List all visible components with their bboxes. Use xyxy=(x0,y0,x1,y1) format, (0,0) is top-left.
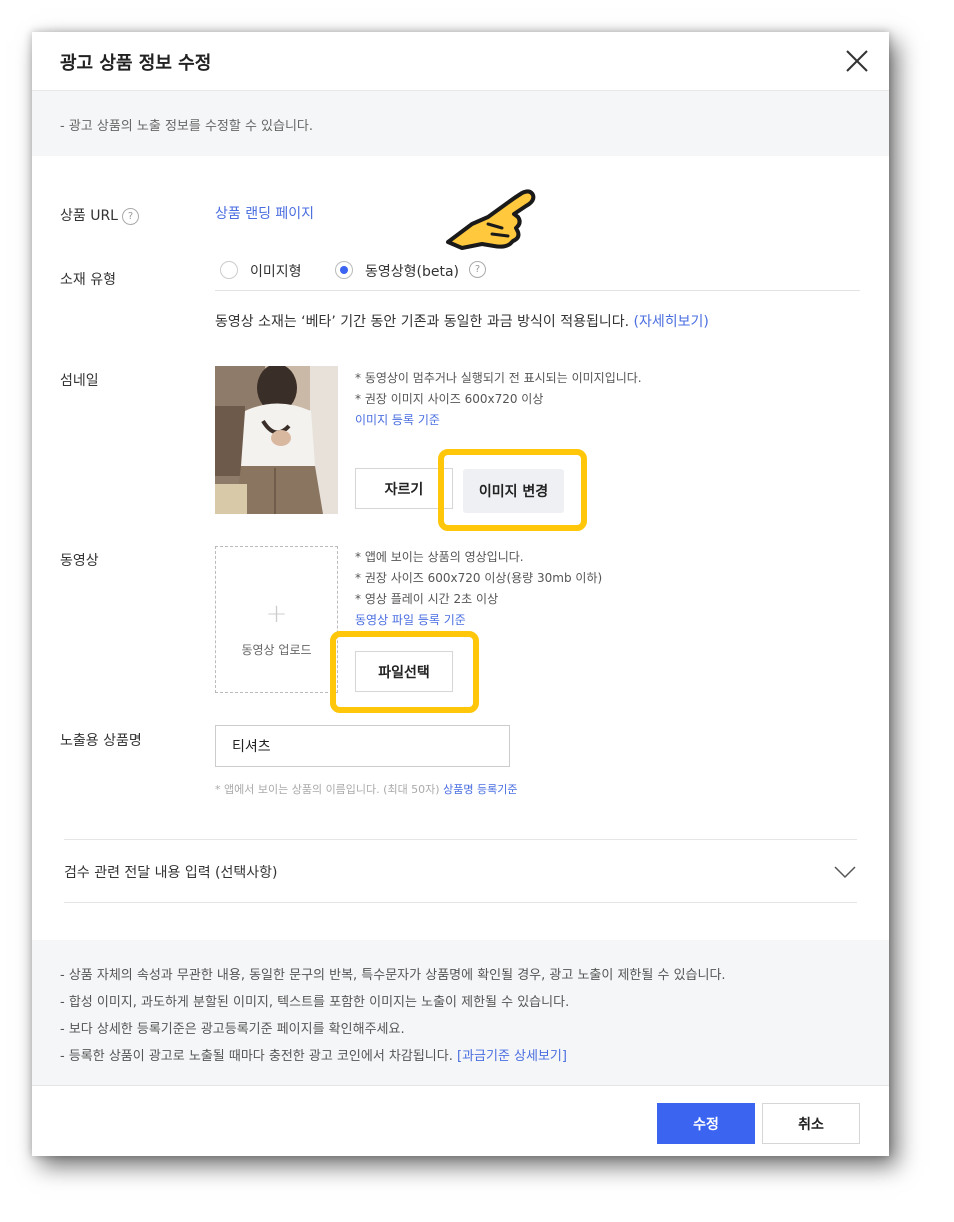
url-label-row: 상품 URL? xyxy=(60,205,139,225)
radio-image-type[interactable] xyxy=(220,261,238,279)
footer-notice-3: - 보다 상세한 등록기준은 광고등록기준 페이지를 확인해주세요. xyxy=(60,1022,405,1037)
edit-product-modal: 광고 상품 정보 수정 - 광고 상품의 노출 정보를 수정할 수 있습니다. … xyxy=(32,32,889,1156)
close-button[interactable] xyxy=(842,46,872,76)
radio-image-type-label: 이미지형 xyxy=(250,264,302,280)
video-desc-1: * 앱에 보이는 상품의 영상입니다. xyxy=(355,550,524,564)
product-name-label: 노출용 상품명 xyxy=(60,733,142,749)
highlight-file-select xyxy=(330,631,479,713)
product-name-hint-text: * 앱에서 보이는 상품의 이름입니다. (최대 50자) xyxy=(215,783,440,796)
video-upload-box[interactable]: + 동영상 업로드 xyxy=(215,546,338,693)
modal-title: 광고 상품 정보 수정 xyxy=(60,53,212,74)
thumbnail-desc-1: * 동영상이 멈추거나 실행되기 전 표시되는 이미지입니다. xyxy=(355,371,642,385)
footer-notice-2: - 합성 이미지, 과도하게 분할된 이미지, 텍스트를 포함한 이미지는 노출… xyxy=(60,995,570,1010)
image-guide-link[interactable]: 이미지 등록 기준 xyxy=(355,411,440,428)
video-label: 동영상 xyxy=(60,553,99,569)
review-accordion-label: 검수 관련 전달 내용 입력 (선택사항) xyxy=(64,865,278,881)
product-name-guide-link[interactable]: 상품명 등록기준 xyxy=(443,783,517,796)
plus-icon: + xyxy=(265,599,288,629)
url-label: 상품 URL xyxy=(60,208,118,224)
divider xyxy=(64,902,857,903)
footer-notice: - 상품 자체의 속성과 무관한 내용, 동일한 문구의 반복, 특수문자가 상… xyxy=(32,940,889,1085)
product-name-input[interactable] xyxy=(215,725,510,767)
cancel-button[interactable]: 취소 xyxy=(762,1103,860,1144)
help-icon[interactable]: ? xyxy=(469,261,486,278)
modal-header: 광고 상품 정보 수정 xyxy=(32,32,889,91)
top-notice-text: - 광고 상품의 노출 정보를 수정할 수 있습니다. xyxy=(60,119,314,134)
close-icon xyxy=(846,50,868,72)
landing-page-link[interactable]: 상품 랜딩 페이지 xyxy=(215,203,314,223)
thumbnail-label: 섬네일 xyxy=(60,373,99,389)
review-accordion[interactable]: 검수 관련 전달 내용 입력 (선택사항) xyxy=(64,840,857,902)
video-guide-link[interactable]: 동영상 파일 등록 기준 xyxy=(355,611,466,628)
radio-video-type[interactable] xyxy=(335,261,353,279)
highlight-change-image xyxy=(438,449,587,531)
video-desc-2: * 권장 사이즈 600x720 이상(용량 30mb 이하) xyxy=(355,571,603,585)
thumbnail-desc-2: * 권장 이미지 사이즈 600x720 이상 xyxy=(355,392,544,406)
detail-link[interactable]: (자세히보기) xyxy=(634,314,709,330)
pointing-hand-icon xyxy=(446,189,536,250)
top-notice: - 광고 상품의 노출 정보를 수정할 수 있습니다. xyxy=(32,91,889,156)
video-desc-3: * 영상 플레이 시간 2초 이상 xyxy=(355,592,499,606)
divider xyxy=(215,290,860,291)
product-name-hint: * 앱에서 보이는 상품의 이름입니다. (최대 50자) 상품명 등록기준 xyxy=(215,781,517,797)
thumbnail-image xyxy=(215,366,338,514)
footer-notice-1: - 상품 자체의 속성과 무관한 내용, 동일한 문구의 반복, 특수문자가 상… xyxy=(60,968,726,983)
help-icon[interactable]: ? xyxy=(122,208,139,225)
footer-notice-4: - 등록한 상품이 광고로 노출될 때마다 충전한 광고 코인에서 차감됩니다. xyxy=(60,1049,453,1064)
chevron-down-icon xyxy=(834,866,856,879)
type-label: 소재 유형 xyxy=(60,272,116,288)
modal-footer: 수정 취소 xyxy=(32,1085,889,1156)
radio-video-type-label: 동영상형(beta) xyxy=(365,264,460,280)
video-beta-notice-text: 동영상 소재는 ‘베타’ 기간 동안 기존과 동일한 과금 방식이 적용됩니다. xyxy=(215,314,630,330)
footer-notice-4-row: - 등록한 상품이 광고로 노출될 때마다 충전한 광고 코인에서 차감됩니다.… xyxy=(60,1045,567,1064)
submit-button[interactable]: 수정 xyxy=(657,1103,755,1144)
video-upload-label: 동영상 업로드 xyxy=(241,643,312,657)
video-beta-notice: 동영상 소재는 ‘베타’ 기간 동안 기존과 동일한 과금 방식이 적용됩니다.… xyxy=(215,311,709,331)
billing-detail-link[interactable]: [과금기준 상세보기] xyxy=(457,1049,567,1064)
